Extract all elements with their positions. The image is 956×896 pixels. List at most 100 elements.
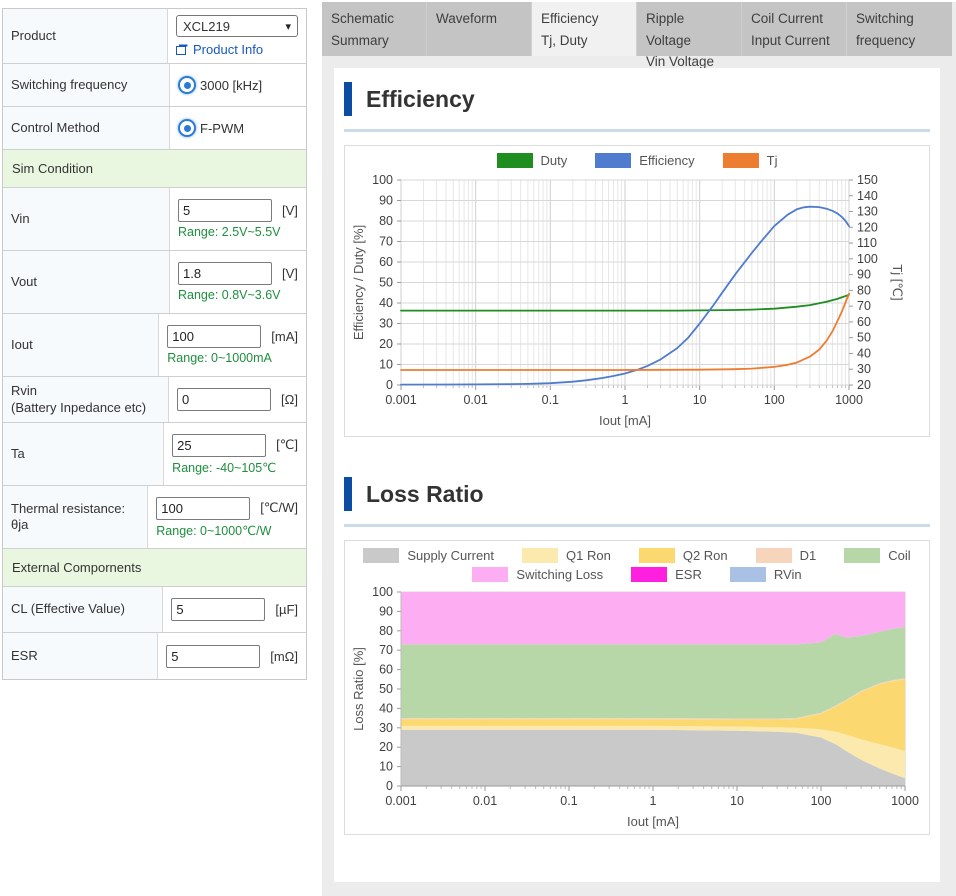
legend-swatch-efficiency <box>595 153 631 168</box>
input-line-vin: [V] <box>178 199 298 222</box>
tab-label-line: Summary <box>331 30 417 52</box>
loss-ratio-chart-legend: Supply CurrentQ1 RonQ2 RonD1CoilSwitchin… <box>349 546 925 586</box>
input-cl-effective-value[interactable] <box>171 598 265 621</box>
form-label-ta: Ta <box>3 423 164 485</box>
form-label-text: Ta <box>11 446 155 462</box>
svg-text:90: 90 <box>379 194 393 208</box>
input-line-esr: [mΩ] <box>166 645 298 668</box>
form-label-switching-frequency: Switching frequency <box>3 64 170 106</box>
form-row-cl-effective-value: CL (Effective Value) [µF] <box>3 587 306 633</box>
legend-label: Supply Current <box>407 548 494 563</box>
input-iout[interactable] <box>167 325 261 348</box>
svg-text:0.1: 0.1 <box>542 393 559 407</box>
svg-text:30: 30 <box>857 362 871 376</box>
form-row-esr: ESR [mΩ] <box>3 633 306 679</box>
form-label-esr: ESR <box>3 633 158 679</box>
form-row-product: ProductXCL219▾Product Info <box>3 9 306 64</box>
svg-text:Iout [mA]: Iout [mA] <box>627 814 679 829</box>
radio-option-f-pwm: F-PWM <box>178 119 298 137</box>
radio-button[interactable] <box>178 119 196 137</box>
svg-text:10: 10 <box>379 358 393 372</box>
legend-swatch-rvin <box>730 567 766 582</box>
form-value-vout: [V]Range: 0.8V~3.6V <box>170 251 306 313</box>
svg-text:70: 70 <box>857 299 871 313</box>
legend-row: Switching LossESRRVin <box>349 567 925 582</box>
section-accent-bar <box>344 82 352 116</box>
product-select[interactable]: XCL219▾ <box>176 15 298 37</box>
tab-label-line: Switching <box>856 8 943 30</box>
efficiency-section-title: Efficiency <box>366 86 475 113</box>
legend-swatch-coil <box>844 548 880 563</box>
input-vin[interactable] <box>178 199 272 222</box>
form-label-text: ESR <box>11 648 149 664</box>
efficiency-chart-legend: DutyEfficiencyTj <box>349 151 925 172</box>
efficiency-chart-box: DutyEfficiencyTj 0.0010.010.111010010000… <box>344 145 930 437</box>
legend-item-coil: Coil <box>844 548 910 563</box>
svg-text:40: 40 <box>379 701 393 715</box>
loss-ratio-section-title: Loss Ratio <box>366 481 484 508</box>
form-label-rvin: Rvin(Battery Inpedance etc) <box>3 377 169 422</box>
radio-button[interactable] <box>178 76 196 94</box>
section-header-external-compornents: External Compornents <box>3 549 306 587</box>
form-row-thermal-resistance-ja: Thermal resistance: θja[℃/W]Range: 0~100… <box>3 486 306 549</box>
legend-swatch-switching-loss <box>472 567 508 582</box>
legend-item-duty: Duty <box>497 153 568 168</box>
form-value-thermal-resistance-ja: [℃/W]Range: 0~1000℃/W <box>148 486 306 548</box>
legend-label: Tj <box>767 153 778 168</box>
legend-swatch-duty <box>497 153 533 168</box>
form-value-vin: [V]Range: 2.5V~5.5V <box>170 188 306 250</box>
product-info-icon <box>176 44 188 55</box>
unit-label: [℃/W] <box>260 500 298 516</box>
svg-text:60: 60 <box>379 663 393 677</box>
svg-text:150: 150 <box>857 173 878 187</box>
svg-text:0.01: 0.01 <box>473 794 497 808</box>
svg-text:120: 120 <box>857 220 878 234</box>
tab-label-line: Waveform <box>436 8 522 30</box>
simulation-parameter-form: ProductXCL219▾Product InfoSwitching freq… <box>2 8 307 680</box>
legend-item-q2-ron: Q2 Ron <box>639 548 728 563</box>
tab-efficiency-tj-duty[interactable]: EfficiencyTj, Duty <box>532 2 637 56</box>
legend-item-d1: D1 <box>756 548 817 563</box>
svg-text:130: 130 <box>857 205 878 219</box>
tab-schematic-summary[interactable]: SchematicSummary <box>322 2 427 56</box>
form-value-cl-effective-value: [µF] <box>163 587 306 632</box>
form-label-text: Iout <box>11 337 150 353</box>
form-value-rvin: [Ω] <box>169 377 306 422</box>
range-hint: Range: 0.8V~3.6V <box>178 288 298 302</box>
unit-label: [µF] <box>275 602 298 617</box>
input-esr[interactable] <box>166 645 260 668</box>
svg-text:100: 100 <box>811 794 832 808</box>
legend-item-rvin: RVin <box>730 567 802 582</box>
efficiency-section-header: Efficiency <box>344 82 930 116</box>
svg-text:30: 30 <box>379 721 393 735</box>
input-vout[interactable] <box>178 262 272 285</box>
product-info-link[interactable]: Product Info <box>176 42 298 57</box>
legend-label: D1 <box>800 548 817 563</box>
tab-waveform[interactable]: Waveform <box>427 2 532 56</box>
tab-coil-current-input-current[interactable]: Coil CurrentInput Current <box>742 2 847 56</box>
tab-ripple-voltage-vin-voltage[interactable]: Ripple VoltageVin Voltage <box>637 2 742 56</box>
legend-swatch-q1-ron <box>522 548 558 563</box>
input-thermal-resistance-ja[interactable] <box>156 497 250 520</box>
tab-switching-frequency[interactable]: Switchingfrequency <box>847 2 952 56</box>
radio-dot <box>184 82 191 89</box>
results-card: Efficiency DutyEfficiencyTj 0.0010.010.1… <box>334 68 940 882</box>
svg-text:0.01: 0.01 <box>463 393 487 407</box>
input-ta[interactable] <box>172 434 266 457</box>
form-label-text: Rvin <box>11 383 160 399</box>
svg-text:140: 140 <box>857 189 878 203</box>
unit-label: [mA] <box>271 329 298 344</box>
form-value-iout: [mA]Range: 0~1000mA <box>159 314 306 376</box>
chevron-down-icon: ▾ <box>285 20 291 33</box>
form-value-product: XCL219▾ Product Info <box>168 9 306 63</box>
input-line-rvin: [Ω] <box>177 388 298 411</box>
radio-dot <box>184 125 191 132</box>
svg-text:1000: 1000 <box>835 393 863 407</box>
legend-label: RVin <box>774 567 802 582</box>
input-rvin[interactable] <box>177 388 271 411</box>
svg-text:60: 60 <box>379 255 393 269</box>
radio-option-3000-khz: 3000 [kHz] <box>178 76 298 94</box>
form-label-cl-effective-value: CL (Effective Value) <box>3 587 163 632</box>
legend-swatch-d1 <box>756 548 792 563</box>
form-label-vout: Vout <box>3 251 170 313</box>
